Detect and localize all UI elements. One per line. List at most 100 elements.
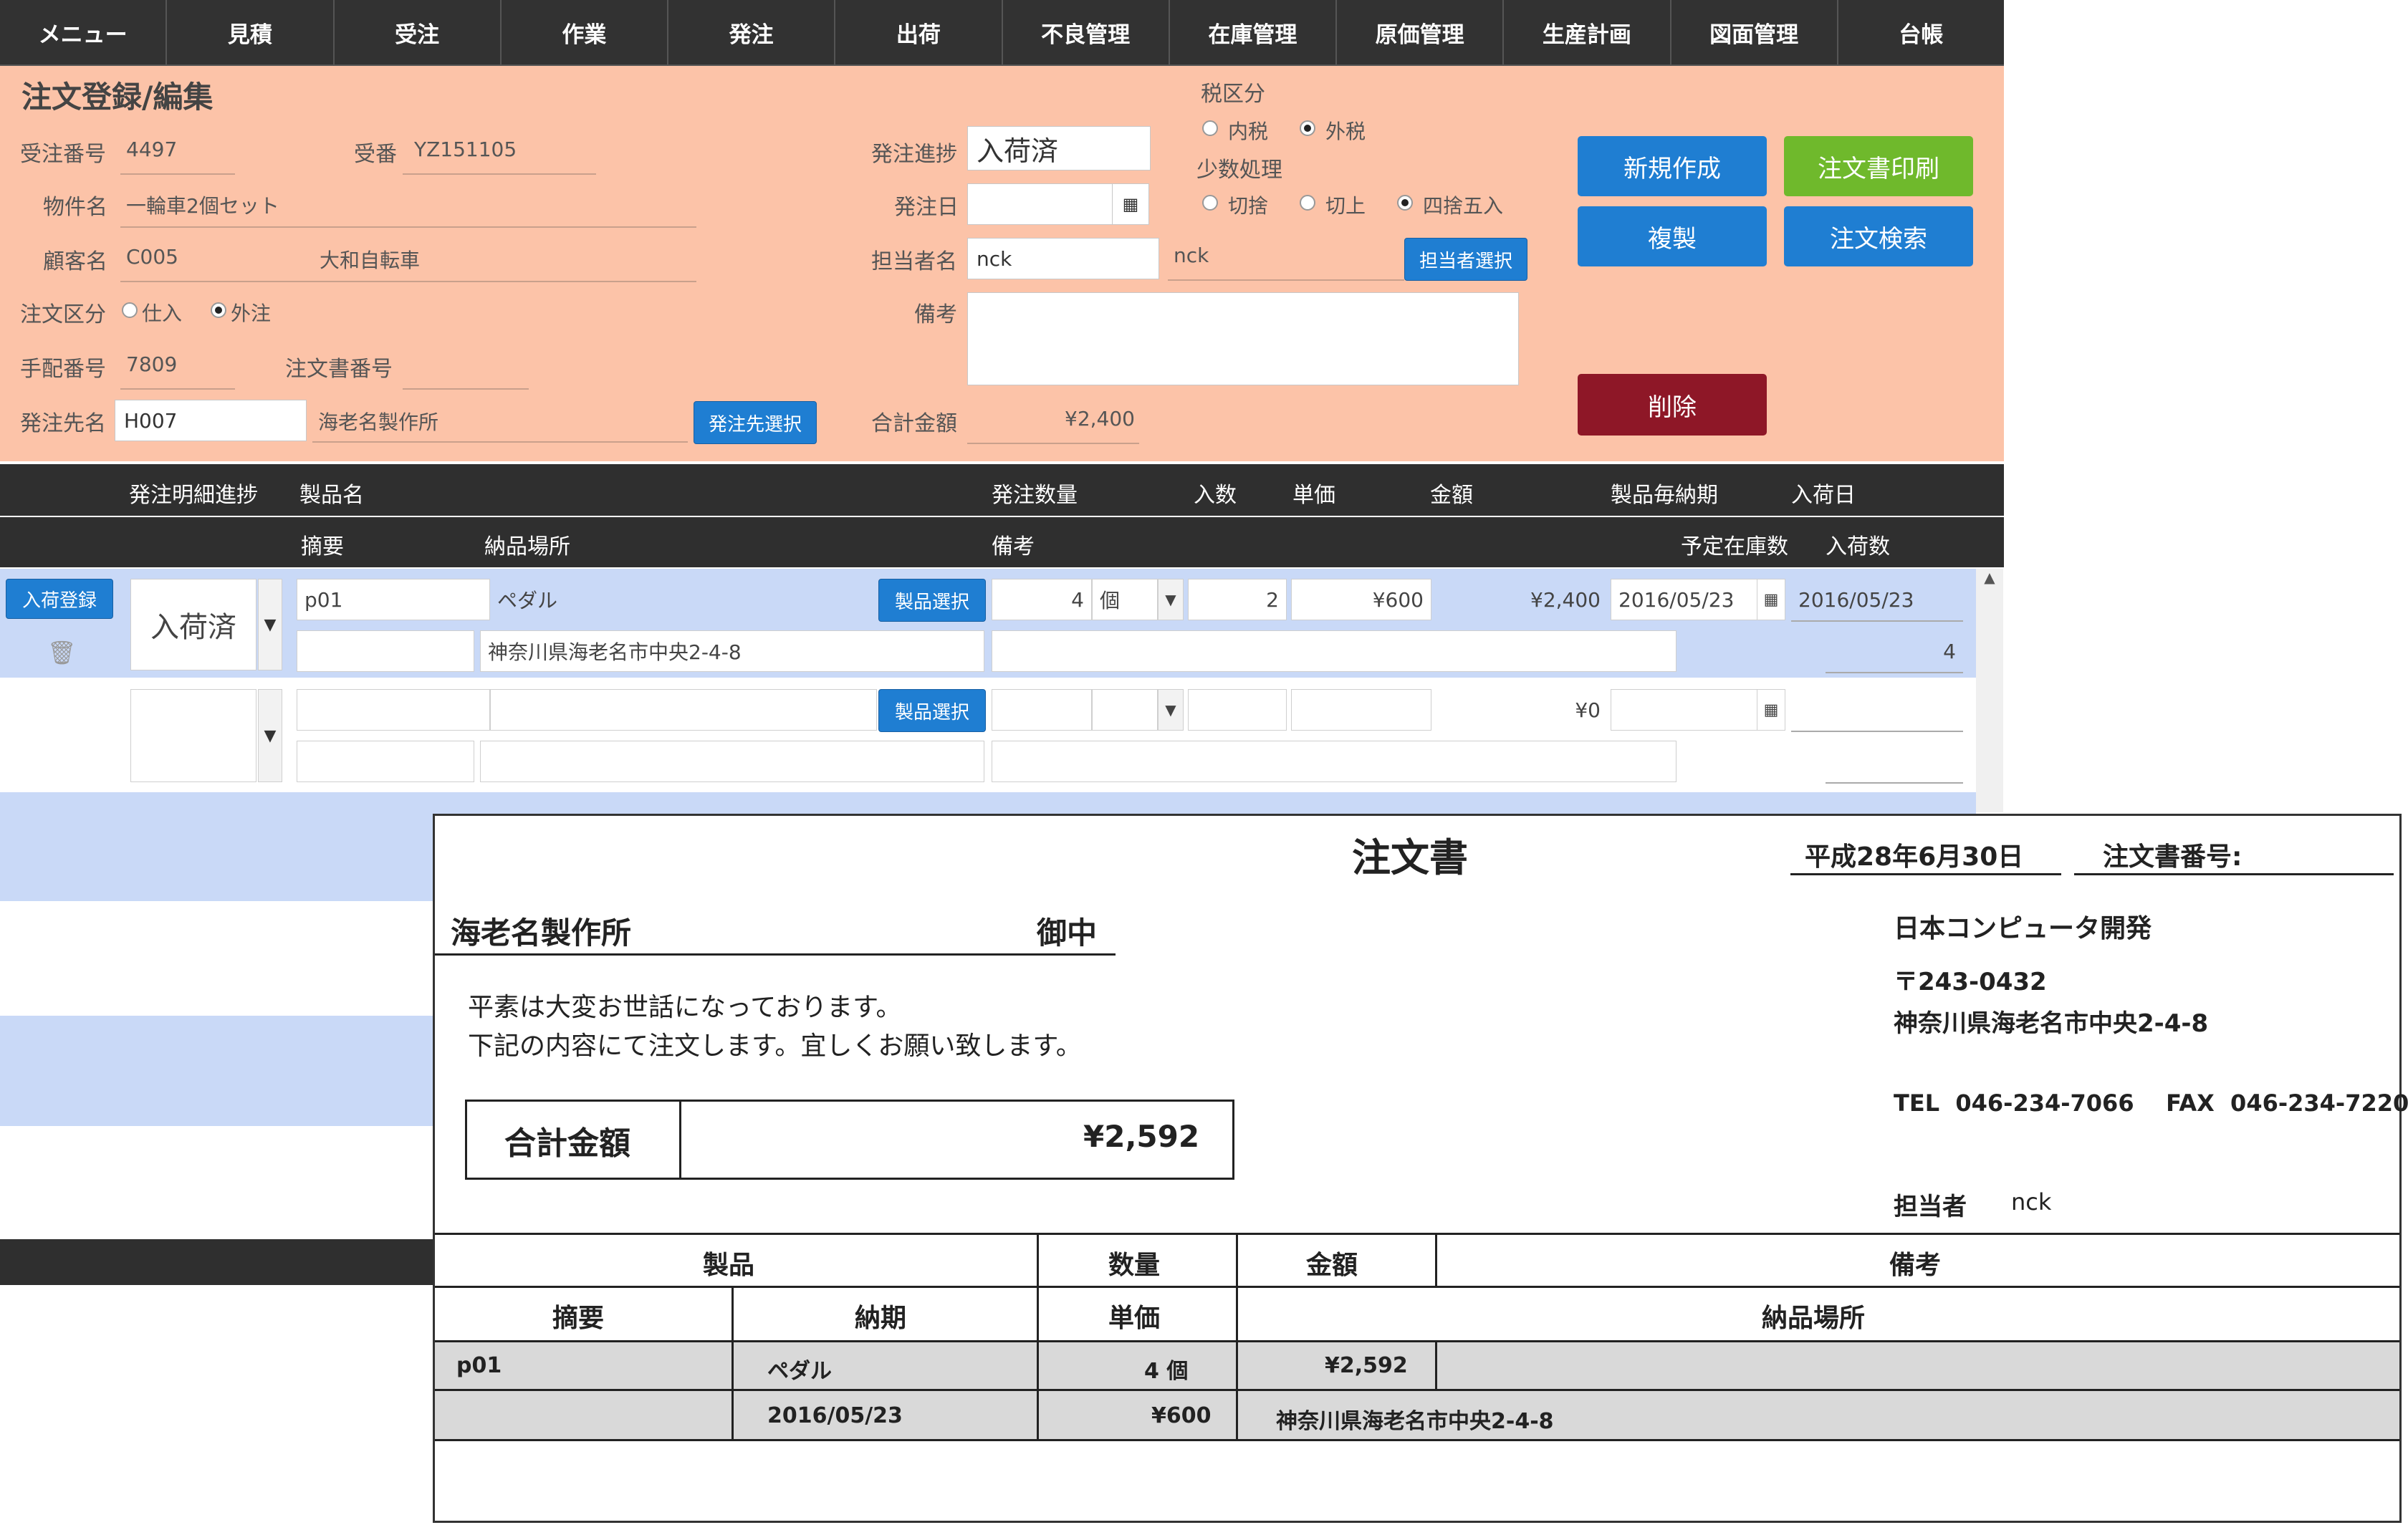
- staff-label: 担当者名: [871, 249, 957, 274]
- supplier-select-button[interactable]: 発注先選択: [694, 401, 817, 444]
- chevron-down-icon[interactable]: ▼: [258, 579, 282, 670]
- order-type-radio-outsource[interactable]: [211, 302, 226, 318]
- rounding-label: 少数処理: [1196, 158, 1282, 183]
- nav-production-plan[interactable]: 生産計画: [1504, 0, 1671, 64]
- order-qty-input-2[interactable]: [992, 689, 1092, 731]
- new-button[interactable]: 新規作成: [1578, 136, 1767, 196]
- supplier-code-input[interactable]: H007: [115, 400, 307, 441]
- chevron-down-icon-2[interactable]: ▼: [258, 689, 282, 782]
- tax-option-exclusive: 外税: [1325, 120, 1366, 143]
- supplier-name: 海老名製作所: [318, 410, 439, 434]
- rounding-radio-floor[interactable]: [1202, 195, 1218, 211]
- nav-order-received[interactable]: 受注: [335, 0, 502, 64]
- nav-work[interactable]: 作業: [502, 0, 668, 64]
- product-select-button-2[interactable]: 製品選択: [878, 689, 986, 732]
- project-value: 一輪車2個セット: [126, 194, 279, 218]
- order-search-button[interactable]: 注文検索: [1784, 206, 1973, 266]
- tax-option-inclusive: 内税: [1228, 120, 1269, 143]
- unit-select[interactable]: 個: [1092, 579, 1158, 620]
- order-date-input[interactable]: [967, 183, 1115, 225]
- page-title: 注文登録/編集: [21, 80, 214, 115]
- product-code-input-2[interactable]: [297, 689, 490, 731]
- product-name-input-2[interactable]: [490, 689, 877, 731]
- copy-button[interactable]: 複製: [1578, 206, 1767, 266]
- unit-price-input[interactable]: ¥600: [1291, 579, 1431, 620]
- tax-label: 税区分: [1201, 82, 1265, 107]
- col-arrived-qty: 入荷数: [1826, 534, 1890, 559]
- sheet-staff-label: 担当者: [1894, 1193, 1967, 1221]
- arrival-register-button[interactable]: 入荷登録: [6, 579, 113, 619]
- rounding-radio-round[interactable]: [1397, 195, 1413, 211]
- print-order-button[interactable]: 注文書印刷: [1784, 136, 1973, 196]
- sheet-po-no-label: 注文書番号:: [2103, 842, 2242, 872]
- nav-inventory[interactable]: 在庫管理: [1170, 0, 1337, 64]
- nav-shipping[interactable]: 出荷: [835, 0, 1003, 64]
- sheet-col-qty: 数量: [1108, 1251, 1161, 1280]
- delete-button[interactable]: 削除: [1578, 374, 1767, 436]
- sheet-address: 神奈川県海老名市中央2-4-8: [1894, 1009, 2209, 1038]
- due-calendar-icon-2[interactable]: ▦: [1757, 689, 1785, 731]
- remarks-textarea[interactable]: [967, 292, 1519, 385]
- nav-estimate[interactable]: 見積: [167, 0, 335, 64]
- col-detail-progress: 発注明細進捗: [129, 483, 258, 508]
- unit-select-2[interactable]: [1092, 689, 1158, 731]
- rounding-option-round: 四捨五入: [1423, 194, 1504, 218]
- unit-price-input-2[interactable]: [1291, 689, 1431, 731]
- due-calendar-icon[interactable]: ▦: [1757, 579, 1785, 620]
- unit-chevron-icon-2[interactable]: ▼: [1158, 689, 1184, 731]
- order-date-label: 発注日: [894, 195, 959, 220]
- summary-input-2[interactable]: [297, 741, 474, 782]
- sheet-company: 日本コンピュータ開発: [1894, 914, 2152, 943]
- order-qty-input[interactable]: 4: [992, 579, 1092, 620]
- irisu-input-2[interactable]: [1188, 689, 1287, 731]
- customer-label: 顧客名: [43, 249, 107, 274]
- product-code-input[interactable]: p01: [297, 579, 490, 620]
- progress-label: 発注進捗: [871, 142, 957, 167]
- tax-radio-exclusive[interactable]: [1300, 120, 1315, 136]
- customer-code: C005: [126, 245, 178, 269]
- detail-remarks-input-2[interactable]: [992, 741, 1677, 782]
- unit-chevron-icon[interactable]: ▼: [1158, 579, 1184, 620]
- rounding-option-floor: 切捨: [1228, 194, 1269, 218]
- order-type-label: 注文区分: [20, 302, 106, 327]
- progress-input[interactable]: 入荷済: [967, 126, 1151, 170]
- tax-radio-inclusive[interactable]: [1202, 120, 1218, 136]
- order-form-panel: 注文登録/編集 受注番号 4497 受番 YZ151105 物件名 一輪車2個セ…: [0, 66, 2004, 461]
- total-label: 合計金額: [871, 411, 957, 436]
- sheet-col-amount: 金額: [1306, 1251, 1358, 1280]
- nav-purchase-order[interactable]: 発注: [668, 0, 836, 64]
- sheet-col-place: 納品場所: [1762, 1304, 1866, 1333]
- delivery-place-input[interactable]: 神奈川県海老名市中央2-4-8: [480, 630, 984, 672]
- staff-select-button[interactable]: 担当者選択: [1404, 238, 1527, 281]
- due-date-input-2[interactable]: [1611, 689, 1758, 731]
- amount-value: ¥2,400: [1431, 579, 1608, 620]
- irisu-input[interactable]: 2: [1188, 579, 1287, 620]
- product-select-button[interactable]: 製品選択: [878, 579, 986, 622]
- trash-icon[interactable]: 🗑: [47, 639, 77, 666]
- ukeban-value: YZ151105: [414, 138, 517, 161]
- due-date-input[interactable]: 2016/05/23: [1611, 579, 1758, 620]
- scroll-up-icon[interactable]: ▲: [1976, 569, 2003, 586]
- sheet-total-box: 合計金額 ¥2,592: [465, 1100, 1234, 1180]
- scrollbar[interactable]: ▲: [1976, 569, 2003, 812]
- nav-menu[interactable]: メニュー: [0, 0, 168, 64]
- summary-input[interactable]: [297, 630, 474, 672]
- nav-drawing[interactable]: 図面管理: [1671, 0, 1838, 64]
- detail-status-select[interactable]: 入荷済: [130, 579, 256, 670]
- sheet-honorific: 御中: [1037, 915, 1098, 951]
- col-product-name: 製品名: [299, 483, 364, 508]
- calendar-icon[interactable]: ▦: [1112, 183, 1149, 225]
- rounding-radio-ceil[interactable]: [1300, 195, 1315, 211]
- remarks-label: 備考: [914, 302, 957, 327]
- nav-cost[interactable]: 原価管理: [1337, 0, 1505, 64]
- nav-defect[interactable]: 不良管理: [1003, 0, 1170, 64]
- order-type-radio-purchase[interactable]: [122, 302, 138, 318]
- nav-ledger[interactable]: 台帳: [1838, 0, 2004, 64]
- sheet-row-place: 神奈川県海老名市中央2-4-8: [1276, 1409, 1554, 1434]
- staff-input[interactable]: nck: [967, 238, 1159, 279]
- detail-status-select-2[interactable]: [130, 689, 256, 782]
- product-name: ペダル: [490, 579, 877, 620]
- col-order-qty: 発注数量: [992, 483, 1078, 508]
- delivery-place-input-2[interactable]: [480, 741, 984, 782]
- detail-remarks-input[interactable]: [992, 630, 1677, 672]
